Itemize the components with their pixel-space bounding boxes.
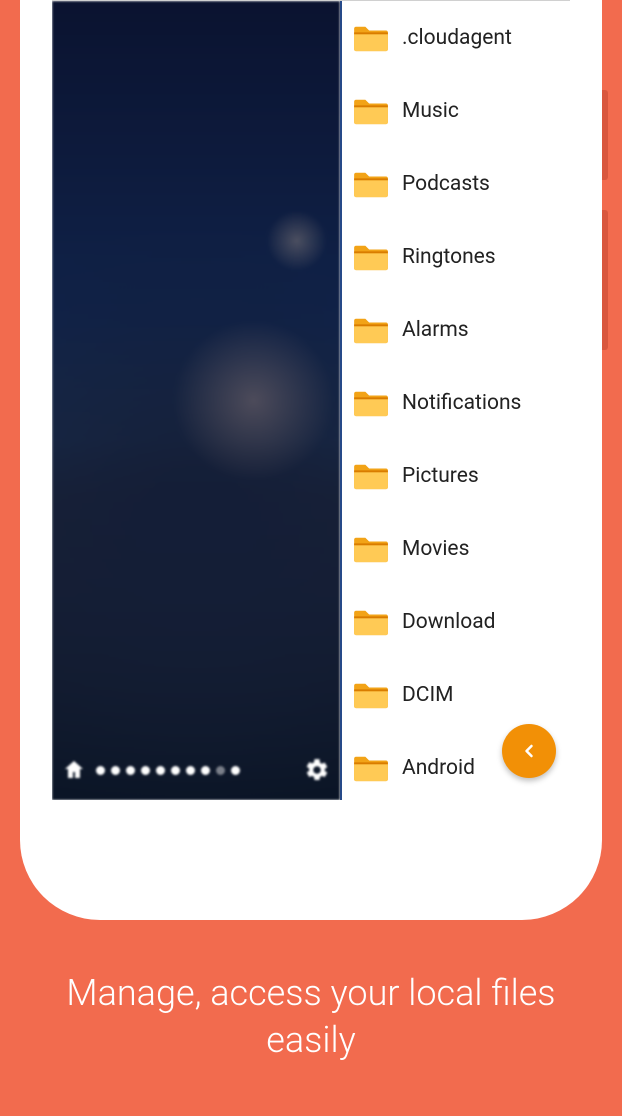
file-manager-panel: .cloudagent Music Podcasts Ringtones Alarms N… — [340, 1, 570, 800]
folder-label: Movies — [402, 537, 469, 561]
folder-row[interactable]: Movies — [342, 512, 570, 585]
phone-mockup: .cloudagent Music Podcasts Ringtones Alarms N… — [20, 0, 602, 920]
page-dot[interactable] — [216, 766, 225, 775]
folder-label: .cloudagent — [402, 26, 512, 50]
folder-row[interactable]: .cloudagent — [342, 1, 570, 74]
folder-label: DCIM — [402, 683, 454, 707]
folder-row[interactable]: Music — [342, 74, 570, 147]
page-dot[interactable] — [126, 766, 135, 775]
folder-label: Music — [402, 99, 459, 123]
folder-row[interactable]: Download — [342, 585, 570, 658]
folder-row[interactable]: Pictures — [342, 439, 570, 512]
file-list[interactable]: .cloudagent Music Podcasts Ringtones Alarms N… — [342, 1, 570, 800]
page-dot[interactable] — [171, 766, 180, 775]
folder-icon — [352, 169, 390, 199]
folder-label: Download — [402, 610, 496, 634]
folder-icon — [352, 461, 390, 491]
phone-screen: .cloudagent Music Podcasts Ringtones Alarms N… — [52, 0, 570, 800]
folder-label: Notifications — [402, 391, 521, 415]
folder-label: Android — [402, 756, 475, 780]
chevron-left-icon — [519, 741, 539, 761]
home-wallpaper — [52, 1, 340, 800]
folder-icon — [352, 607, 390, 637]
back-fab-button[interactable] — [502, 724, 556, 778]
home-bottom-bar — [52, 740, 340, 800]
phone-side-button — [602, 210, 608, 350]
folder-row[interactable]: Notifications — [342, 366, 570, 439]
page-dot[interactable] — [141, 766, 150, 775]
page-dot[interactable] — [96, 766, 105, 775]
page-dot[interactable] — [111, 766, 120, 775]
home-icon[interactable] — [62, 758, 86, 782]
promo-caption: Manage, access your local files easily — [0, 970, 622, 1064]
folder-row[interactable]: Podcasts — [342, 147, 570, 220]
folder-icon — [352, 680, 390, 710]
folder-row[interactable]: DCIM — [342, 658, 570, 731]
phone-side-button — [602, 90, 608, 180]
page-dot[interactable] — [231, 766, 240, 775]
folder-icon — [352, 534, 390, 564]
folder-icon — [352, 753, 390, 783]
page-dot[interactable] — [156, 766, 165, 775]
folder-icon — [352, 96, 390, 126]
folder-label: Podcasts — [402, 172, 490, 196]
folder-icon — [352, 388, 390, 418]
page-dot[interactable] — [186, 766, 195, 775]
gear-icon[interactable] — [304, 757, 330, 783]
folder-icon — [352, 242, 390, 272]
folder-label: Alarms — [402, 318, 469, 342]
folder-label: Pictures — [402, 464, 479, 488]
folder-icon — [352, 23, 390, 53]
folder-label: Ringtones — [402, 245, 496, 269]
page-indicator[interactable] — [96, 766, 304, 775]
folder-icon — [352, 315, 390, 345]
page-dot[interactable] — [201, 766, 210, 775]
folder-row[interactable]: Alarms — [342, 293, 570, 366]
folder-row[interactable]: Ringtones — [342, 220, 570, 293]
